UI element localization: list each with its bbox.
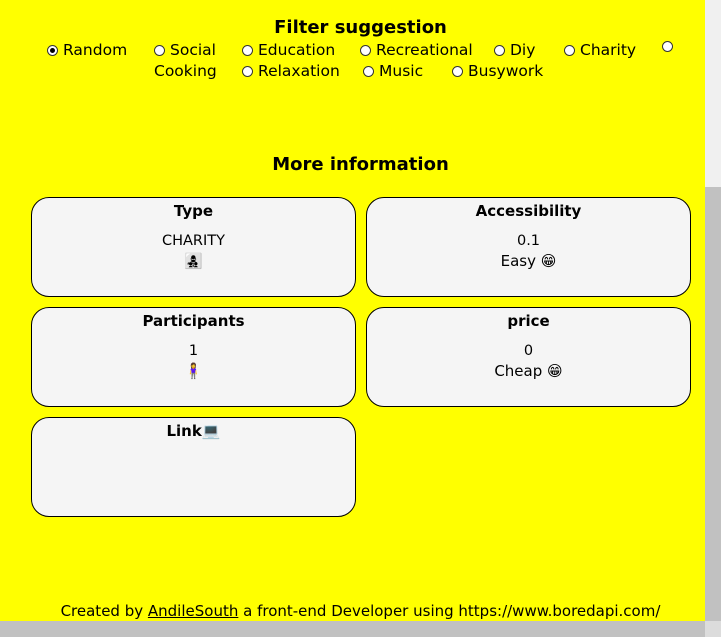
more-information-title: More information (272, 154, 449, 175)
family-icon: 👩‍👧‍👦 (184, 252, 203, 270)
radio-cooking-button[interactable] (662, 41, 678, 52)
horizontal-scrollbar-thumb[interactable] (0, 621, 705, 637)
radio-icon[interactable] (494, 44, 505, 56)
radio-label: Busywork (468, 62, 544, 80)
radio-education[interactable]: Education (242, 41, 335, 59)
vertical-scrollbar-thumb[interactable] (705, 187, 721, 621)
accessibility-value: 0.1 (516, 233, 541, 249)
price-title: price (507, 312, 550, 330)
filter-title: Filter suggestion (274, 17, 447, 38)
horizontal-scrollbar[interactable] (0, 621, 721, 637)
page: Filter suggestion Random Social Educatio… (0, 0, 705, 621)
radio-label: Charity (580, 41, 637, 59)
footer-suffix: a front-end Developer using https://www.… (243, 602, 661, 620)
radio-icon[interactable] (242, 65, 253, 77)
radio-recreational[interactable]: Recreational (360, 41, 473, 59)
radio-label: Random (63, 41, 128, 59)
price-value: 0 (523, 343, 534, 359)
link-title: Link💻 (166, 422, 221, 440)
scrollbar-corner (705, 621, 721, 637)
participants-value: 1 (188, 343, 199, 359)
radio-busywork[interactable]: Busywork (452, 62, 543, 80)
radio-label: Social (170, 41, 216, 59)
type-value: CHARITY (161, 233, 225, 249)
filter-options-row-1: Random Social Education Recreational Diy… (0, 41, 721, 62)
radio-social[interactable]: Social (154, 41, 216, 59)
type-title: Type (173, 202, 214, 220)
footer: Created by AndileSouth a front-end Devel… (0, 602, 721, 620)
price-label: Cheap 😁 (494, 362, 563, 380)
radio-label: Music (379, 62, 424, 80)
accessibility-title: Accessibility (475, 202, 582, 220)
radio-relaxation[interactable]: Relaxation (242, 62, 340, 80)
radio-cooking-label[interactable]: Cooking (154, 62, 217, 80)
radio-charity[interactable]: Charity (564, 41, 636, 59)
price-card: price 0 Cheap 😁 (366, 307, 691, 407)
radio-label: Relaxation (258, 62, 340, 80)
radio-icon[interactable] (452, 65, 463, 77)
radio-selected-icon[interactable] (47, 44, 58, 56)
radio-music[interactable]: Music (363, 62, 423, 80)
accessibility-card: Accessibility 0.1 Easy 😁 (366, 197, 691, 297)
radio-label: Recreational (376, 41, 473, 59)
vertical-scrollbar[interactable] (705, 0, 721, 621)
type-card: Type CHARITY 👩‍👧‍👦 (31, 197, 356, 297)
radio-icon[interactable] (242, 44, 253, 56)
radio-diy[interactable]: Diy (494, 41, 535, 59)
footer-prefix: Created by (60, 602, 144, 620)
participants-title: Participants (142, 312, 245, 330)
filter-options-row-2: Cooking Relaxation Music Busywork (0, 62, 721, 83)
radio-icon[interactable] (154, 44, 165, 56)
author-link[interactable]: AndileSouth (148, 602, 238, 620)
person-icon: 🧍‍♀️ (184, 362, 203, 380)
accessibility-label: Easy 😁 (500, 252, 557, 270)
link-card: Link💻 (31, 417, 356, 517)
radio-icon[interactable] (564, 44, 575, 56)
participants-card: Participants 1 🧍‍♀️ (31, 307, 356, 407)
radio-icon[interactable] (662, 41, 673, 52)
radio-icon[interactable] (360, 44, 371, 56)
radio-random[interactable]: Random (47, 41, 127, 59)
radio-label: Diy (510, 41, 536, 59)
radio-icon[interactable] (363, 65, 374, 77)
radio-label: Cooking (154, 62, 217, 80)
radio-label: Education (258, 41, 336, 59)
